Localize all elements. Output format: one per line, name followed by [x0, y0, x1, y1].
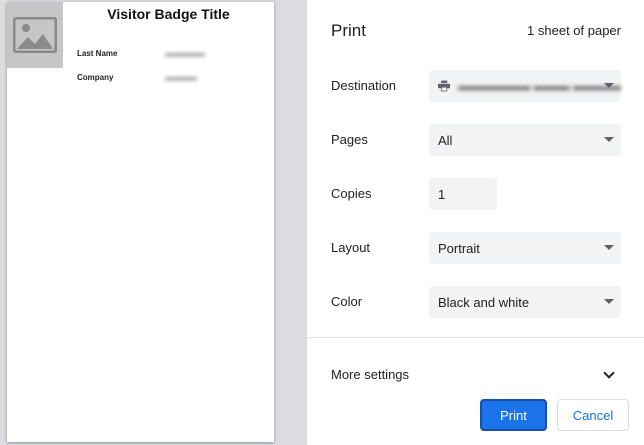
badge-title: Visitor Badge Title — [107, 6, 230, 22]
chevron-down-icon — [604, 299, 614, 304]
more-settings-label: More settings — [331, 367, 410, 382]
sheet-count: 1 sheet of paper — [527, 23, 621, 38]
print-settings-panel: Print 1 sheet of paper Destination ▬▬▬▬▬… — [307, 0, 644, 445]
print-button[interactable]: Print — [480, 399, 547, 431]
chevron-down-icon — [603, 367, 615, 379]
layout-select[interactable]: Portrait — [429, 232, 621, 264]
image-placeholder-icon — [13, 17, 57, 53]
badge-field-value-company: ▬▬▬▬ — [165, 73, 197, 82]
badge-field-label-last-name: Last Name — [77, 49, 118, 58]
destination-value-redacted: ▬▬▬▬▬▬ ▬▬▬ ▬▬▬▬ — [458, 79, 621, 93]
destination-select[interactable]: ▬▬▬▬▬▬ ▬▬▬ ▬▬▬▬ — [429, 70, 621, 102]
layout-label: Layout — [331, 240, 371, 255]
pages-select[interactable]: All — [429, 124, 621, 156]
print-preview-area: Visitor Badge Title Last Name ▬▬▬▬▬ Comp… — [0, 0, 307, 445]
badge-field-value-last-name: ▬▬▬▬▬ — [165, 49, 205, 58]
print-dialog: Visitor Badge Title Last Name ▬▬▬▬▬ Comp… — [0, 0, 644, 445]
color-label: Color — [331, 294, 363, 309]
preview-page: Visitor Badge Title Last Name ▬▬▬▬▬ Comp… — [7, 2, 274, 442]
color-value: Black and white — [438, 294, 530, 310]
chevron-down-icon — [604, 137, 614, 142]
badge-image-placeholder — [7, 2, 63, 68]
pages-label: Pages — [331, 132, 368, 147]
layout-value: Portrait — [438, 240, 480, 256]
badge-field-label-company: Company — [77, 73, 114, 82]
color-select[interactable]: Black and white — [429, 286, 621, 318]
pages-value: All — [438, 132, 453, 148]
copies-input[interactable]: 1 — [429, 178, 497, 210]
chevron-down-icon — [604, 83, 614, 88]
panel-title: Print — [331, 21, 366, 40]
cancel-button[interactable]: Cancel — [557, 399, 629, 431]
copies-value: 1 — [438, 186, 446, 202]
chevron-down-icon — [604, 245, 614, 250]
copies-label: Copies — [331, 186, 372, 201]
printer-icon — [438, 80, 451, 92]
destination-label: Destination — [331, 78, 397, 93]
divider — [307, 337, 644, 338]
more-settings-toggle[interactable]: More settings — [307, 360, 644, 390]
